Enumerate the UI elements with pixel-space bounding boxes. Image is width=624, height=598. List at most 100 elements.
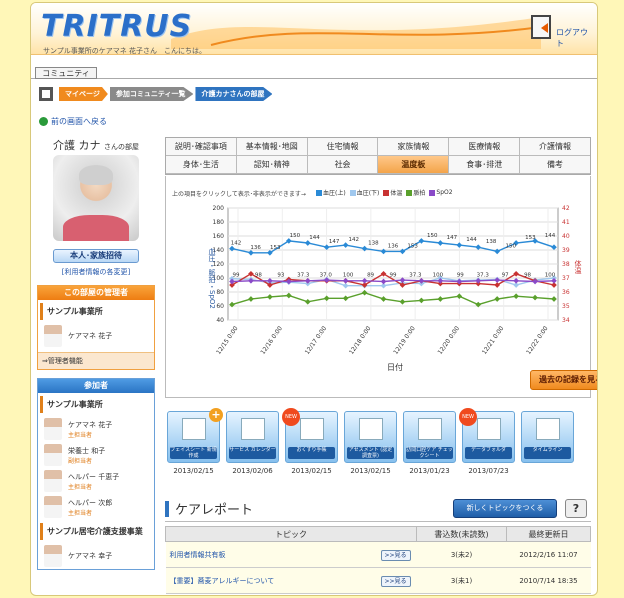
tab-medical[interactable]: 医療情報 [449, 138, 521, 156]
tab-notes[interactable]: 備考 [520, 156, 590, 174]
post-count: 3(未1) [416, 567, 507, 594]
breadcrumb-current-room: 介護カナさんの部屋 [195, 87, 273, 101]
data-label: 136 [250, 245, 261, 251]
tab-cognition[interactable]: 認知･精神 [236, 156, 308, 174]
breadcrumb-community-list[interactable]: 参加コミュニティ一覧 [109, 87, 194, 101]
tabs-row-2: 身体･生活 認知･精神 社会 温度板 食事･排泄 備考 [166, 156, 590, 174]
participant-role: 主担当者 [68, 431, 93, 439]
topic-link[interactable]: 【重要】蕎麦アレルギーについて [165, 567, 377, 594]
data-label: 98 [524, 273, 531, 279]
feature-tile[interactable]: データフォルダ NEW 2013/07/23 [459, 408, 515, 475]
feature-tile[interactable]: アセスメント (認定調査票) 2013/02/15 [344, 411, 397, 475]
participant-org: サンプル事業所 [40, 396, 152, 413]
tab-explanation[interactable]: 説明･確認事項 [166, 138, 237, 156]
x-tick-label: 12/22 0:00 [525, 325, 550, 356]
header-wave-decoration [171, 17, 541, 49]
admin-functions-link[interactable]: ⇒管理者機能 [38, 352, 154, 369]
feature-label: おくすり手帳 [288, 447, 335, 459]
logout-button[interactable]: ログアウト [531, 15, 591, 48]
feature-icon: フェイスシート 新規作成 + [167, 408, 223, 463]
feature-date: 2013/01/23 [409, 467, 450, 475]
view-button[interactable]: >>見る [380, 550, 411, 561]
column-header: 最終更新日 [506, 526, 591, 542]
admin-member[interactable]: ケアマネ 花子 [38, 323, 154, 349]
app-logo[interactable]: TRITRUS [41, 9, 192, 44]
y-tick-label: 200 [213, 205, 225, 212]
participant-member[interactable]: ヘルパー 次郎 主担当者 [38, 494, 154, 520]
help-icon[interactable]: ? [565, 499, 587, 518]
feature-picture-icon [418, 418, 442, 440]
feature-label: アセスメント (認定調査票) [347, 447, 394, 459]
data-label: 37.0 [320, 273, 333, 279]
admin-box-title: この部屋の管理者 [38, 286, 154, 300]
legend-item[interactable]: SpO2 [429, 188, 453, 197]
participant-role: 副担当者 [68, 457, 93, 465]
feature-tile[interactable]: サービス カレンダー 2013/02/06 [226, 411, 279, 475]
y2-tick-label: 39 [562, 247, 570, 254]
data-label: 138 [486, 239, 497, 245]
new-badge: NEW [459, 408, 477, 426]
feature-date: 2013/02/15 [350, 467, 391, 475]
feature-picture-icon [241, 418, 265, 440]
column-header: 書込数(未読数) [416, 526, 507, 542]
legend-item[interactable]: 血圧(下) [349, 188, 379, 197]
legend-item[interactable]: 脈拍 [406, 188, 425, 197]
data-label: 153 [270, 245, 281, 251]
tab-basic-info[interactable]: 基本情報･地図 [236, 138, 308, 156]
view-button[interactable]: >>見る [380, 576, 411, 587]
y2-tick-label: 41 [562, 219, 570, 226]
participant-org: サンプル居宅介護支援事業 [40, 523, 152, 540]
feature-tile[interactable]: 訪問口腔ケア チェックシート 2013/01/23 [403, 411, 456, 475]
user-info-edit-link[interactable]: [利用者情報の各変更] [37, 267, 155, 277]
tab-care[interactable]: 介護情報 [520, 138, 590, 156]
topics-table: トピック 書込数(未読数) 最終更新日 利用者情報共有板 >>見る 3(未2) … [165, 526, 591, 594]
feature-icon: データフォルダ NEW [459, 408, 515, 463]
legend-item[interactable]: 体温 [383, 188, 402, 197]
last-updated: 2012/2/16 11:07 [506, 541, 591, 568]
breadcrumb-mypage[interactable]: マイページ [59, 87, 108, 101]
participant-member[interactable]: ケアマネ 幸子 [38, 543, 154, 569]
feature-picture-icon [182, 418, 206, 440]
info-tabs: 説明･確認事項 基本情報･地図 住宅情報 家族情報 医療情報 介護情報 身体･生… [165, 137, 591, 175]
data-label: 142 [349, 237, 360, 243]
tab-social[interactable]: 社会 [307, 156, 379, 174]
y2-tick-label: 35 [562, 303, 570, 310]
participant-member[interactable]: 栄養士 和子 副担当者 [38, 442, 154, 468]
data-label: 150 [427, 233, 438, 239]
feature-tile[interactable]: おくすり手帳 NEW 2013/02/15 [282, 408, 338, 475]
tab-body-life[interactable]: 身体･生活 [166, 156, 237, 174]
invite-family-button[interactable]: 本人･家族招待 [53, 249, 139, 263]
tab-community[interactable]: コミュニティ [35, 67, 97, 79]
topic-link[interactable]: 利用者情報共有板 [165, 541, 377, 568]
view-history-button[interactable]: 過去の記録を見る [530, 370, 597, 390]
participant-member[interactable]: ヘルパー 千恵子 主担当者 [38, 468, 154, 494]
back-link[interactable]: 前の画面へ戻る [39, 116, 107, 127]
tab-family[interactable]: 家族情報 [378, 138, 450, 156]
feature-label: フェイスシート 新規作成 [170, 447, 217, 459]
y-tick-label: 80 [216, 289, 224, 296]
legend-item[interactable]: 血圧(上) [316, 188, 346, 197]
new-topic-button[interactable]: 新しくトピックをつくる [453, 499, 557, 518]
tab-housing[interactable]: 住宅情報 [307, 138, 379, 156]
logout-label: ログアウト [556, 28, 588, 48]
vitals-chart-panel: 上の項目をクリックして表示･非表示ができます→ 血圧(上) 血圧(下) 体温 脈… [165, 176, 597, 398]
data-label: 37.3 [477, 273, 490, 279]
legend-label: 体温 [390, 190, 403, 197]
feature-tile[interactable]: フェイスシート 新規作成 +2013/02/15 [167, 408, 223, 475]
feature-tile[interactable]: タイムライン [521, 411, 574, 475]
admin-box: この部屋の管理者 サンプル事業所 ケアマネ 花子 ⇒管理者機能 [37, 285, 155, 370]
tab-vitals[interactable]: 温度板 [378, 156, 450, 174]
tab-meals[interactable]: 食事･排泄 [449, 156, 521, 174]
participant-member[interactable]: ケアマネ 花子 主担当者 [38, 416, 154, 442]
feature-label: タイムライン [524, 447, 571, 459]
data-label: 100 [545, 273, 556, 279]
y2-tick-label: 37 [562, 275, 570, 282]
back-link-label: 前の画面へ戻る [51, 117, 107, 126]
data-label: 99 [390, 273, 397, 279]
feature-icon: 訪問口腔ケア チェックシート [403, 411, 456, 463]
sitemap-icon[interactable] [39, 87, 53, 101]
legend-swatch [316, 189, 322, 196]
avatar [44, 496, 62, 518]
data-label: 93 [277, 273, 284, 279]
chart-legend: 血圧(上) 血圧(下) 体温 脈拍 SpO2 [316, 188, 453, 197]
